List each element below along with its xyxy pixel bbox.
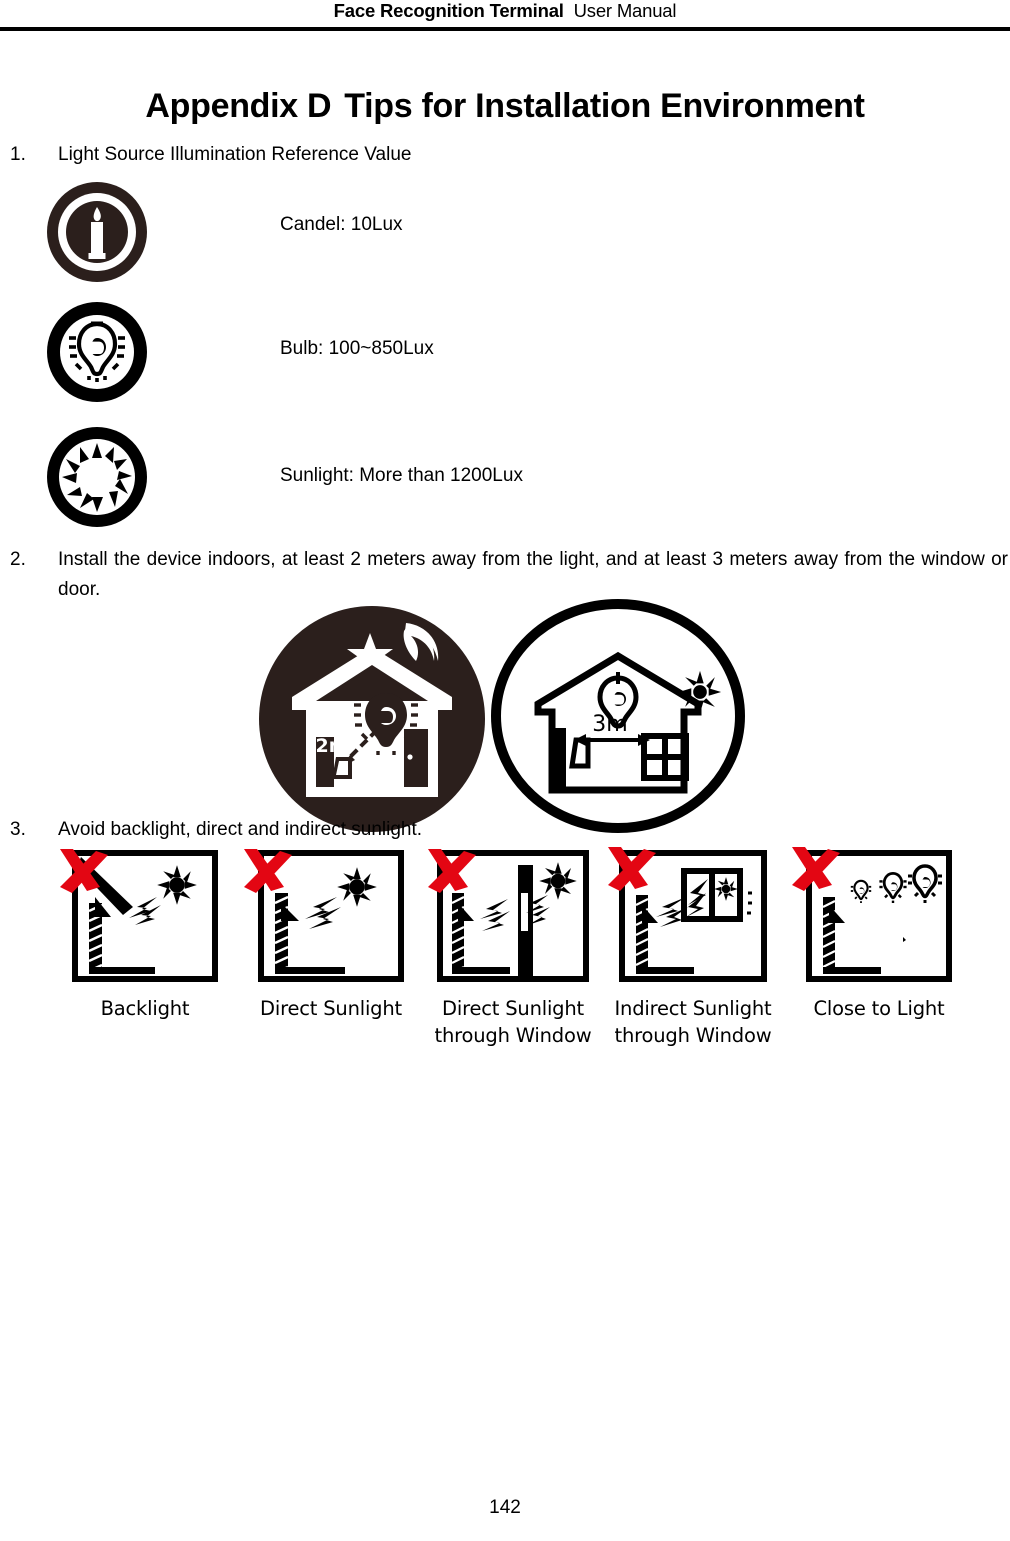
list-item-number: 3.: [10, 819, 26, 840]
light-source-row: Bulb: 100~850Lux: [45, 300, 945, 402]
avoid-case-caption: Close to Light: [813, 997, 945, 1020]
avoid-case-caption: Indirect Sunlight through Window: [614, 997, 772, 1047]
light-source-row: Candel: 10Lux: [45, 180, 945, 282]
light-source-label: Bulb: 100~850Lux: [280, 338, 434, 359]
bulb-icon: [45, 300, 149, 404]
avoid-case: Direct Sunlight: [238, 845, 424, 1022]
svg-text:2m: 2m: [315, 735, 348, 757]
avoid-case-caption: Backlight: [100, 997, 190, 1020]
list-item-number: 1.: [10, 144, 26, 165]
list-item-text: Install the device indoors, at least 2 m…: [58, 549, 1008, 600]
page-number: 142: [489, 1497, 521, 1518]
avoid-case: Indirect Sunlight through Window: [600, 845, 786, 1049]
list-item: 1. Light Source Illumination Reference V…: [10, 140, 970, 170]
light-source-label: Sunlight: More than 1200Lux: [280, 465, 523, 486]
direct-sunlight-window-diagram-icon: [430, 845, 596, 987]
avoid-case: Backlight: [52, 845, 238, 1022]
list-item-number: 2.: [10, 549, 26, 570]
backlight-diagram-icon: [65, 845, 225, 987]
close-to-light-diagram-icon: [799, 845, 959, 987]
list-item-text: Avoid backlight, direct and indirect sun…: [58, 819, 423, 840]
sun-icon: [45, 425, 149, 529]
page-header: Face Recognition Terminal User Manual: [0, 0, 1010, 30]
direct-sunlight-diagram-icon: [251, 845, 411, 987]
document-page: Face Recognition Terminal User Manual Ap…: [0, 0, 1010, 1541]
night-house-icon: 2m: [258, 605, 486, 833]
svg-text:3m: 3m: [592, 712, 627, 737]
avoid-case-caption: Direct Sunlight: [260, 997, 402, 1020]
list-item: 2. Install the device indoors, at least …: [10, 545, 1008, 605]
avoid-case: Direct Sunlight through Window: [420, 845, 606, 1049]
header-divider: [0, 27, 1010, 31]
list-item: 3. Avoid backlight, direct and indirect …: [10, 815, 970, 845]
appendix-title: Tips for Installation Environment: [344, 87, 865, 125]
candle-icon: [45, 180, 149, 284]
day-house-icon: 3m: [491, 599, 745, 833]
avoid-case: Close to Light: [786, 845, 972, 1022]
appendix-label: Appendix D: [145, 87, 332, 125]
light-source-label: Candel: 10Lux: [280, 214, 403, 235]
indirect-sunlight-window-diagram-icon: [612, 845, 774, 987]
light-source-row: Sunlight: More than 1200Lux: [45, 425, 945, 527]
list-item-text: Light Source Illumination Reference Valu…: [58, 144, 412, 165]
installation-distance-figures: 2m 3m: [0, 599, 1010, 835]
avoid-light-diagram-row: Backlight Direct Sunlight Direct Sunligh…: [0, 845, 1010, 1047]
header-product-title: Face Recognition Terminal: [333, 0, 564, 21]
page-title: Appendix D Tips for Installation Environm…: [0, 87, 1010, 126]
header-document-type: User Manual: [573, 0, 677, 21]
avoid-case-caption: Direct Sunlight through Window: [434, 997, 592, 1047]
